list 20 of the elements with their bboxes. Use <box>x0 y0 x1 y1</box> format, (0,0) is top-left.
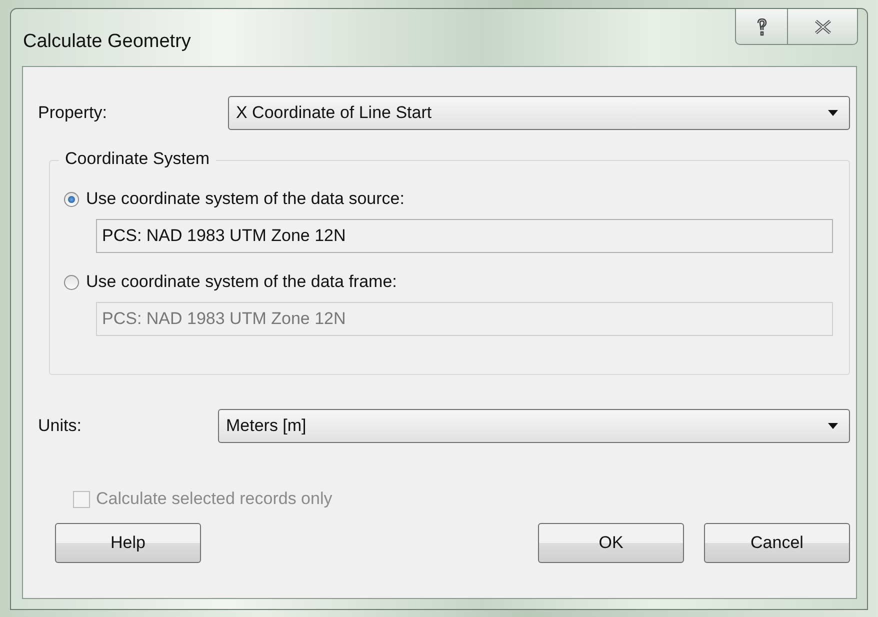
property-dropdown[interactable]: X Coordinate of Line Start <box>228 96 850 130</box>
close-icon <box>812 18 832 34</box>
window-title: Calculate Geometry <box>23 31 191 53</box>
dialog-button[interactable]: OK <box>538 523 684 563</box>
dropdown-arrow-icon <box>827 109 839 117</box>
dropdown-arrow-icon <box>827 422 839 430</box>
group-legend: Coordinate System <box>59 149 216 169</box>
radio-label: Use coordinate system of the data frame: <box>86 272 397 292</box>
close-button[interactable] <box>788 9 858 45</box>
help-button[interactable] <box>735 9 788 45</box>
radio-button[interactable] <box>64 192 79 206</box>
dialog-button[interactable]: Cancel <box>704 523 850 563</box>
checkbox-label: Calculate selected records only <box>96 489 332 509</box>
units-dropdown[interactable]: Meters [m] <box>218 409 850 443</box>
dialog-button[interactable]: Help <box>55 523 201 563</box>
property-label: Property: <box>38 103 108 123</box>
help-icon <box>754 16 768 36</box>
units-label: Units: <box>38 416 82 436</box>
radio-label: Use coordinate system of the data source: <box>86 189 404 209</box>
text-field[interactable]: PCS: NAD 1983 UTM Zone 12N <box>96 219 833 253</box>
